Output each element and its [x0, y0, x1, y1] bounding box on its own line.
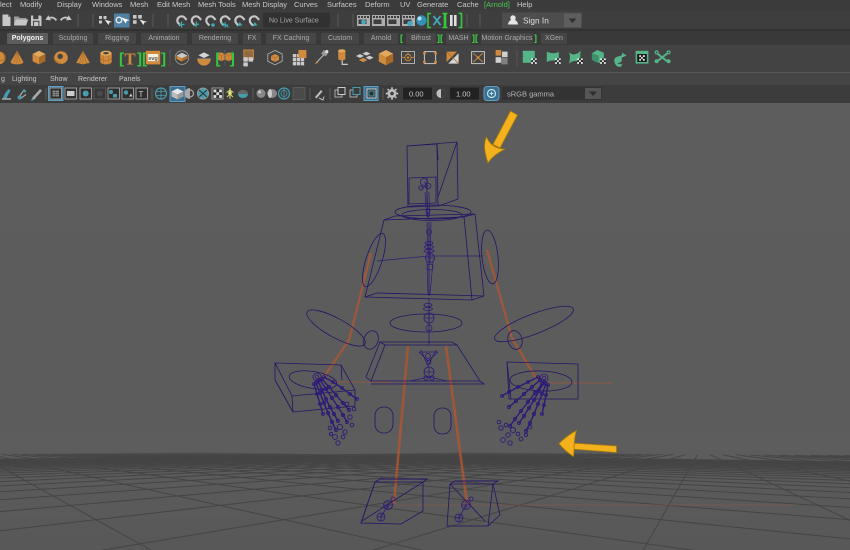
svg-text:sRGB gamma: sRGB gamma: [507, 90, 555, 99]
svg-text:][: ][: [137, 51, 147, 68]
svg-text:svg: svg: [148, 56, 158, 62]
svg-text:No Live Surface: No Live Surface: [269, 18, 319, 25]
svg-text:T: T: [139, 90, 144, 99]
svg-text:0.00: 0.00: [409, 90, 424, 99]
svg-text:Sign In: Sign In: [523, 16, 549, 26]
svg-text:]: ]: [161, 51, 166, 68]
svg-text:T: T: [124, 49, 135, 68]
svg-text:1.00: 1.00: [456, 90, 471, 99]
svg-text:[: [: [119, 51, 124, 68]
